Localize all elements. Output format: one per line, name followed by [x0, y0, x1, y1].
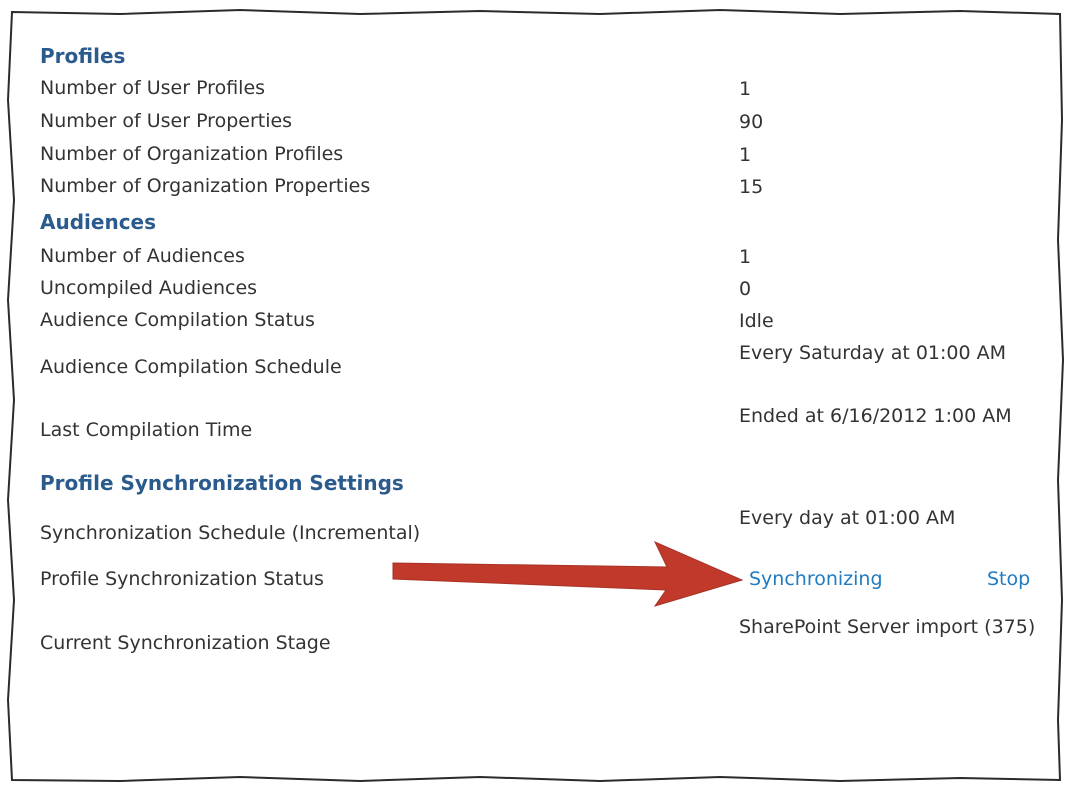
- arrow-right-icon: [392, 541, 744, 607]
